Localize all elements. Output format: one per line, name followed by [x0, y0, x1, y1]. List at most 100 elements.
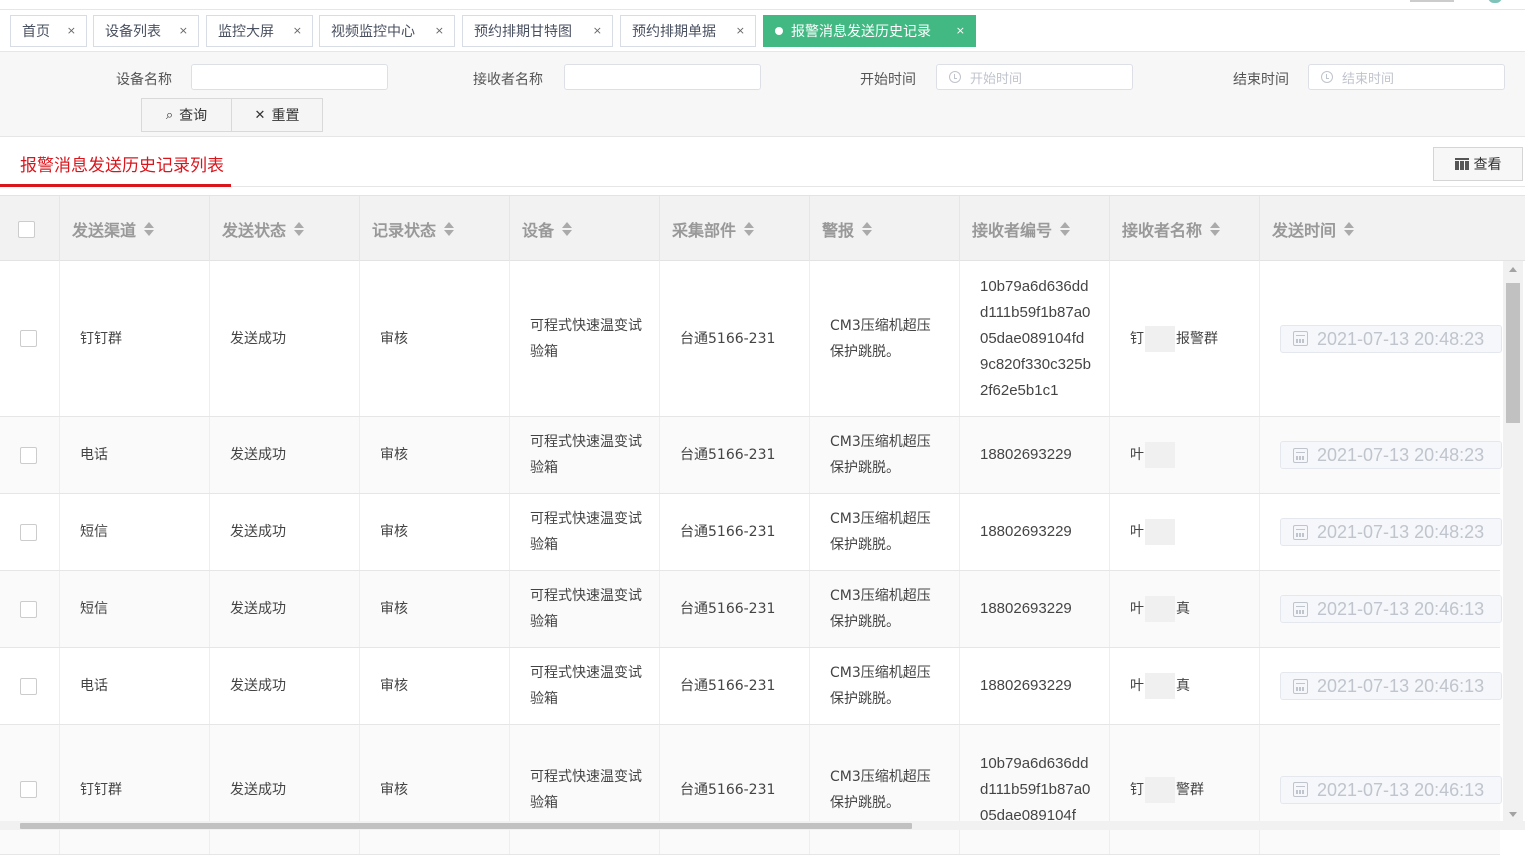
header-button-stub[interactable]: [1410, 0, 1454, 2]
user-avatar[interactable]: [1488, 0, 1502, 3]
cell-text: 电话: [80, 678, 108, 694]
cell-record-status: 审核: [360, 417, 510, 493]
sort-icon[interactable]: [144, 222, 155, 236]
cell-send-status: 发送成功: [210, 417, 360, 493]
send-time-text: 2021-07-13 20:48:23: [1317, 522, 1485, 542]
close-icon[interactable]: ×: [179, 24, 188, 37]
sort-icon[interactable]: [294, 222, 305, 236]
column-header-send-time[interactable]: 发送时间: [1260, 196, 1523, 262]
row-select-cell: [0, 261, 60, 416]
column-header-channel[interactable]: 发送渠道: [60, 196, 210, 262]
table-row[interactable]: 短信 发送成功 审核 可程式快速温变试验箱 台通5166-231 CM3压缩机超压保护跳脱…: [0, 571, 1502, 648]
cell-text: 钉钉群: [80, 330, 122, 347]
vertical-scrollbar[interactable]: [1503, 261, 1523, 821]
cell-text: 叶: [1130, 601, 1144, 617]
start-time-picker[interactable]: 开始时间: [936, 64, 1133, 90]
column-header-alarm[interactable]: 警报: [810, 196, 960, 262]
table-row[interactable]: 电话 发送成功 审核 可程式快速温变试验箱 台通5166-231 CM3压缩机超压保护跳脱…: [0, 417, 1502, 494]
device-name-input[interactable]: [191, 64, 388, 90]
scroll-thumb[interactable]: [20, 823, 912, 829]
row-checkbox[interactable]: [20, 330, 37, 347]
sort-icon[interactable]: [1210, 222, 1221, 236]
cell-device: 可程式快速温变试验箱: [510, 494, 660, 570]
close-icon[interactable]: ×: [293, 24, 302, 37]
tab-label: 预约排期单据: [632, 24, 716, 40]
tab-label: 监控大屏: [218, 24, 274, 40]
horizontal-scrollbar[interactable]: [0, 821, 1525, 830]
reset-button[interactable]: ✕ 重置: [232, 98, 323, 132]
cell-send-status: 发送成功: [210, 494, 360, 570]
sort-icon[interactable]: [1344, 222, 1355, 236]
row-checkbox[interactable]: [20, 446, 37, 464]
sort-icon[interactable]: [744, 222, 755, 236]
scroll-thumb[interactable]: [1506, 283, 1520, 423]
tab-alarm-history[interactable]: 报警消息发送历史记录 ×: [763, 15, 976, 47]
close-icon[interactable]: ×: [435, 24, 444, 37]
cell-alarm: CM3压缩机超压保护跳脱。: [810, 494, 960, 570]
cell-text: 发送成功: [230, 781, 286, 798]
row-checkbox[interactable]: [20, 677, 37, 695]
close-icon[interactable]: ×: [736, 24, 745, 37]
column-header-receiver-id[interactable]: 接收者编号: [960, 196, 1110, 262]
scroll-down-icon[interactable]: [1509, 812, 1517, 817]
send-time-picker: 2021-07-13 20:48:23: [1280, 518, 1502, 546]
end-time-picker[interactable]: 结束时间: [1308, 64, 1505, 90]
table-row[interactable]: 短信 发送成功 审核 可程式快速温变试验箱 台通5166-231 CM3压缩机超压保护跳脱…: [0, 494, 1502, 571]
table-row[interactable]: 钉钉群 发送成功 审核 可程式快速温变试验箱 台通5166-231 CM3压缩机超压保护跳…: [0, 261, 1502, 417]
select-all-checkbox[interactable]: [18, 220, 35, 238]
column-label: 采集部件: [672, 221, 737, 240]
column-header-part[interactable]: 采集部件: [660, 196, 810, 262]
row-checkbox[interactable]: [20, 781, 37, 798]
tab-gantt[interactable]: 预约排期甘特图 ×: [462, 15, 613, 47]
tab-label: 设备列表: [105, 24, 161, 40]
column-header-send-status[interactable]: 发送状态: [210, 196, 360, 262]
view-button[interactable]: 查看: [1433, 147, 1523, 181]
cell-text: 台通5166-231: [680, 447, 776, 463]
close-icon[interactable]: ×: [956, 24, 965, 37]
row-checkbox[interactable]: [20, 523, 37, 541]
cell-alarm: CM3压缩机超压保护跳脱。: [810, 725, 960, 854]
cell-part: 台通5166-231: [660, 494, 810, 570]
send-time-picker: 2021-07-13 20:46:13: [1280, 595, 1502, 623]
tab-video-center[interactable]: 视频监控中心 ×: [319, 15, 455, 47]
tab-monitor-screen[interactable]: 监控大屏 ×: [206, 15, 313, 47]
calendar-icon: [1293, 601, 1308, 617]
send-time-text: 2021-07-13 20:46:13: [1317, 676, 1485, 696]
scroll-up-icon[interactable]: [1509, 267, 1517, 272]
sort-icon[interactable]: [862, 222, 873, 236]
calendar-icon: [1293, 782, 1308, 797]
tab-home[interactable]: 首页 ×: [10, 15, 87, 47]
column-header-record-status[interactable]: 记录状态: [360, 196, 510, 262]
cell-channel: 钉钉群: [60, 261, 210, 416]
calendar-icon: [1293, 524, 1308, 540]
column-header-device[interactable]: 设备: [510, 196, 660, 262]
list-title-tab[interactable]: 报警消息发送历史记录列表: [20, 151, 224, 176]
tab-label: 报警消息发送历史记录: [791, 24, 931, 40]
close-icon[interactable]: ×: [593, 24, 602, 37]
cell-text: 发送成功: [230, 678, 286, 694]
cell-text: CM3压缩机超压保护跳脱。: [830, 434, 931, 476]
cell-receiver-name: 叶真: [1110, 571, 1260, 647]
tab-device-list[interactable]: 设备列表 ×: [93, 15, 199, 47]
column-header-receiver-name[interactable]: 接收者名称: [1110, 196, 1260, 262]
active-tab-underline: [0, 184, 231, 187]
table-row[interactable]: 钉钉群 发送成功 审核 可程式快速温变试验箱 台通5166-231 CM3压缩机超压保护跳…: [0, 725, 1502, 855]
table-row[interactable]: 电话 发送成功 审核 可程式快速温变试验箱 台通5166-231 CM3压缩机超压保护跳脱…: [0, 648, 1502, 725]
tab-schedule-docs[interactable]: 预约排期单据 ×: [620, 15, 756, 47]
row-checkbox[interactable]: [20, 600, 37, 618]
query-button[interactable]: ⌕ 查询: [141, 98, 232, 132]
cell-text: 台通5166-231: [680, 781, 776, 798]
sort-icon[interactable]: [1060, 222, 1071, 236]
cell-text: 18802693229: [980, 600, 1072, 617]
cell-text: 审核: [380, 330, 408, 347]
receiver-name-input[interactable]: [564, 64, 761, 90]
column-label: 警报: [822, 221, 855, 240]
table-header: 发送渠道 发送状态 记录状态 设备 采集部件 警报 接收者编号 接收者名称 发送…: [0, 195, 1525, 262]
sort-icon[interactable]: [444, 222, 455, 236]
close-icon[interactable]: ×: [67, 24, 76, 37]
sort-icon[interactable]: [562, 222, 573, 236]
search-icon: ⌕: [165, 107, 174, 123]
cell-text: 10b79a6d636ddd111b59f1b87a005dae089104f: [980, 754, 1091, 824]
start-time-placeholder: 开始时间: [970, 70, 1023, 86]
cell-device: 可程式快速温变试验箱: [510, 417, 660, 493]
